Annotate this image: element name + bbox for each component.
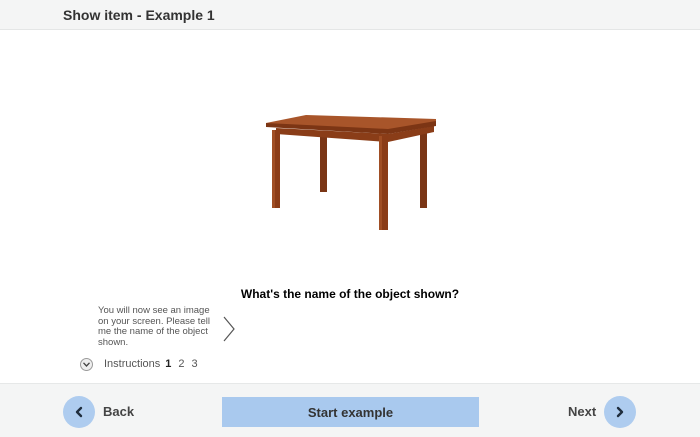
back-label: Back — [103, 404, 135, 419]
instructions-label: Instructions — [104, 358, 161, 370]
instructions-pager: Instructions 1 2 3 — [80, 356, 205, 372]
footer-bar: Back Start example Next — [0, 383, 700, 437]
chevron-left-icon — [63, 396, 95, 428]
instructions-page-2[interactable]: 2 — [178, 358, 184, 370]
table-image — [266, 115, 436, 230]
instructions-page-3[interactable]: 3 — [192, 358, 198, 370]
chevron-down-icon[interactable] — [80, 357, 93, 371]
chevron-right-icon[interactable] — [221, 315, 237, 343]
page-title: Show item - Example 1 — [63, 7, 215, 23]
next-button[interactable]: Next — [566, 396, 638, 428]
chevron-right-icon — [604, 396, 636, 428]
start-example-button[interactable]: Start example — [222, 397, 479, 427]
back-button[interactable]: Back — [63, 396, 153, 428]
next-label: Next — [568, 404, 597, 419]
instruction-text: You will now see an image on your screen… — [98, 305, 210, 348]
question-text: What's the name of the object shown? — [240, 287, 460, 301]
header-bar: Show item - Example 1 — [0, 0, 700, 30]
instructions-page-1[interactable]: 1 — [165, 358, 171, 370]
